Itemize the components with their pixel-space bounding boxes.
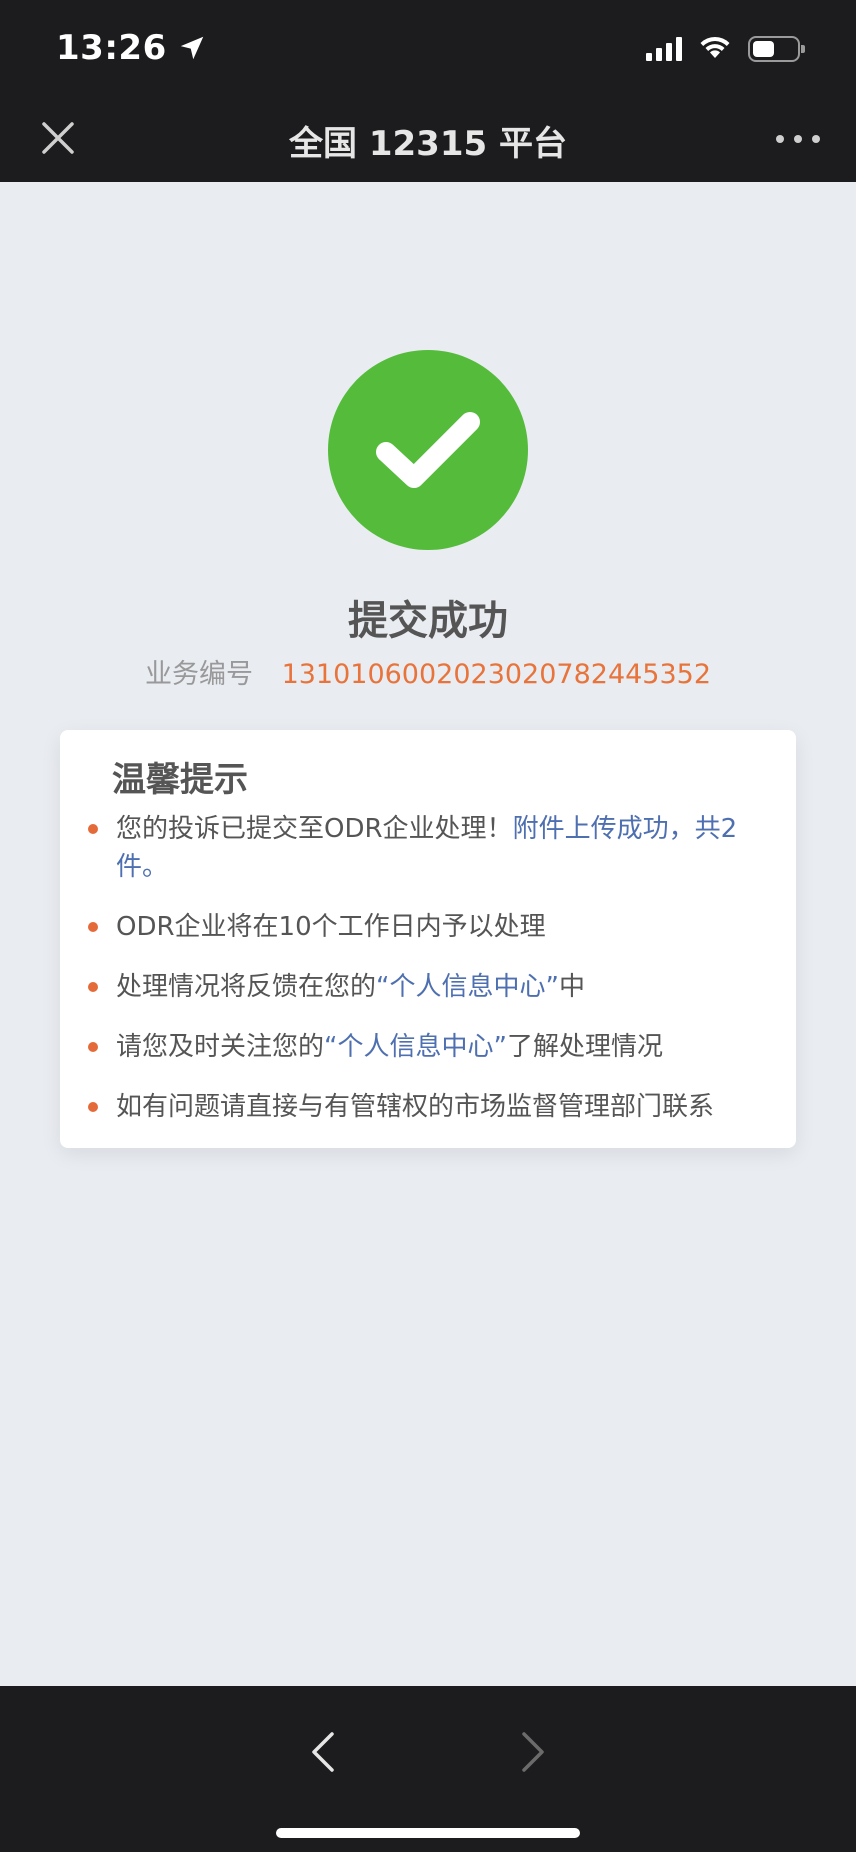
screen: 13:26 全国 12315 平台 提交成功 业务编号 131010600202… [0, 0, 856, 1852]
forward-button[interactable] [504, 1726, 556, 1778]
tip-text: 请您及时关注您的 [116, 1032, 325, 1062]
status-indicators [646, 34, 805, 64]
bullet-icon [88, 982, 98, 992]
status-time-group: 13:26 [56, 28, 207, 68]
bullet-icon [88, 824, 98, 834]
bottom-toolbar [0, 1686, 856, 1852]
personal-info-center-link[interactable]: “个人信息中心” [376, 972, 559, 1002]
bullet-icon [88, 1042, 98, 1052]
tip-text-after: 了解处理情况 [506, 1032, 663, 1062]
status-bar: 13:26 [0, 0, 856, 96]
more-button[interactable] [776, 122, 820, 156]
checkmark-icon [376, 412, 480, 488]
success-title: 提交成功 [348, 598, 508, 644]
status-time: 13:26 [56, 28, 167, 68]
business-number-value: 1310106002023020782445352 [281, 659, 712, 690]
tip-item: 如有问题请直接与有管辖权的市场监督管理部门联系 [88, 1088, 756, 1126]
more-icon-dot [812, 135, 820, 143]
tips-card: 温馨提示 您的投诉已提交至ODR企业处理！附件上传成功，共2件。 ODR企业将在… [60, 730, 796, 1148]
tip-text: 您的投诉已提交至ODR企业处理！ [116, 814, 513, 844]
chevron-right-icon [522, 1732, 544, 1772]
success-badge [328, 350, 528, 550]
location-arrow-icon [180, 36, 203, 60]
wifi-icon [698, 34, 732, 64]
tip-text: 如有问题请直接与有管辖权的市场监督管理部门联系 [116, 1092, 715, 1122]
bullet-icon [88, 922, 98, 932]
nav-bar: 全国 12315 平台 [0, 96, 856, 182]
personal-info-center-link[interactable]: “个人信息中心” [324, 1032, 507, 1062]
chevron-left-icon [312, 1732, 334, 1772]
tip-item: 请您及时关注您的“个人信息中心”了解处理情况 [88, 1028, 756, 1066]
tip-item: ODR企业将在10个工作日内予以处理 [88, 908, 756, 946]
back-button[interactable] [300, 1726, 352, 1778]
tip-item: 您的投诉已提交至ODR企业处理！附件上传成功，共2件。 [88, 810, 756, 886]
business-number-label: 业务编号 [144, 659, 253, 690]
tip-item: 处理情况将反馈在您的“个人信息中心”中 [88, 968, 756, 1006]
tip-text: ODR企业将在10个工作日内予以处理 [116, 912, 546, 942]
battery-fill [753, 41, 774, 57]
more-icon-dot [794, 135, 802, 143]
more-icon [776, 135, 784, 143]
tip-text-after: 中 [558, 972, 585, 1002]
tip-text: 处理情况将反馈在您的 [116, 972, 377, 1002]
battery-icon [748, 36, 805, 62]
cellular-signal-icon [646, 37, 682, 61]
business-number-row: 业务编号 1310106002023020782445352 [0, 652, 856, 691]
tips-title: 温馨提示 [112, 760, 248, 800]
bullet-icon [88, 1102, 98, 1112]
home-indicator[interactable] [276, 1828, 580, 1838]
page-title: 全国 12315 平台 [289, 124, 567, 164]
